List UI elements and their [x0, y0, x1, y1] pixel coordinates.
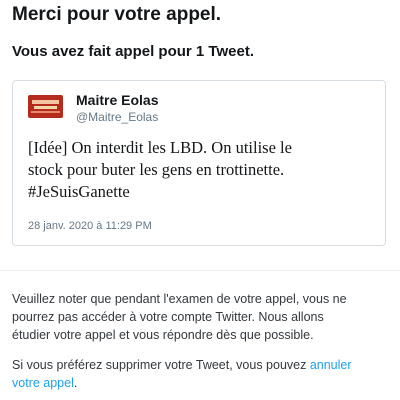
page-title: Merci pour votre appel. — [12, 4, 222, 25]
delete-note-line: Si vous préférez supprimer votre Tweet, … — [12, 356, 396, 374]
avatar-logo-band — [34, 106, 57, 109]
appeal-confirmation-page: Merci pour votre appel. Vous avez fait a… — [0, 0, 400, 400]
avatar — [28, 95, 63, 118]
page-subtitle: Vous avez fait appel pour 1 Tweet. — [12, 43, 254, 60]
tweet-author-name: Maitre Eolas — [76, 92, 159, 108]
avatar-logo-band — [32, 100, 59, 104]
avatar-logo-band — [31, 111, 60, 113]
notice-line: Veuillez noter que pendant l'examen de v… — [12, 292, 347, 306]
delete-tweet-note: Si vous préférez supprimer votre Tweet, … — [12, 356, 396, 392]
section-divider — [0, 270, 400, 271]
review-notice: Veuillez noter que pendant l'examen de v… — [12, 290, 396, 344]
tweet-timestamp: 28 janv. 2020 à 11:29 PM — [28, 220, 152, 232]
notice-line: étudier votre appel et vous répondre dès… — [12, 328, 314, 342]
notice-line: pourrez pas accéder à votre compte Twitt… — [12, 310, 324, 324]
tweet-text-line: stock pour buter les gens en trottinette… — [28, 160, 285, 179]
cancel-appeal-link[interactable]: annuler — [310, 358, 352, 372]
delete-note-text: Si vous préférez supprimer votre Tweet, … — [12, 358, 310, 372]
delete-note-line: votre appel. — [12, 374, 396, 392]
tweet-author-handle: @Maitre_Eolas — [76, 110, 159, 124]
tweet-hashtag: #JeSuisGanette — [28, 182, 130, 201]
cancel-appeal-link[interactable]: votre appel — [12, 376, 74, 390]
delete-note-period: . — [73, 376, 78, 390]
tweet-text: [Idée] On interdit les LBD. On utilise l… — [28, 137, 380, 203]
tweet-text-line: [Idée] On interdit les LBD. On utilise l… — [28, 138, 292, 157]
tweet-card: Maitre Eolas @Maitre_Eolas [Idée] On int… — [12, 80, 386, 246]
